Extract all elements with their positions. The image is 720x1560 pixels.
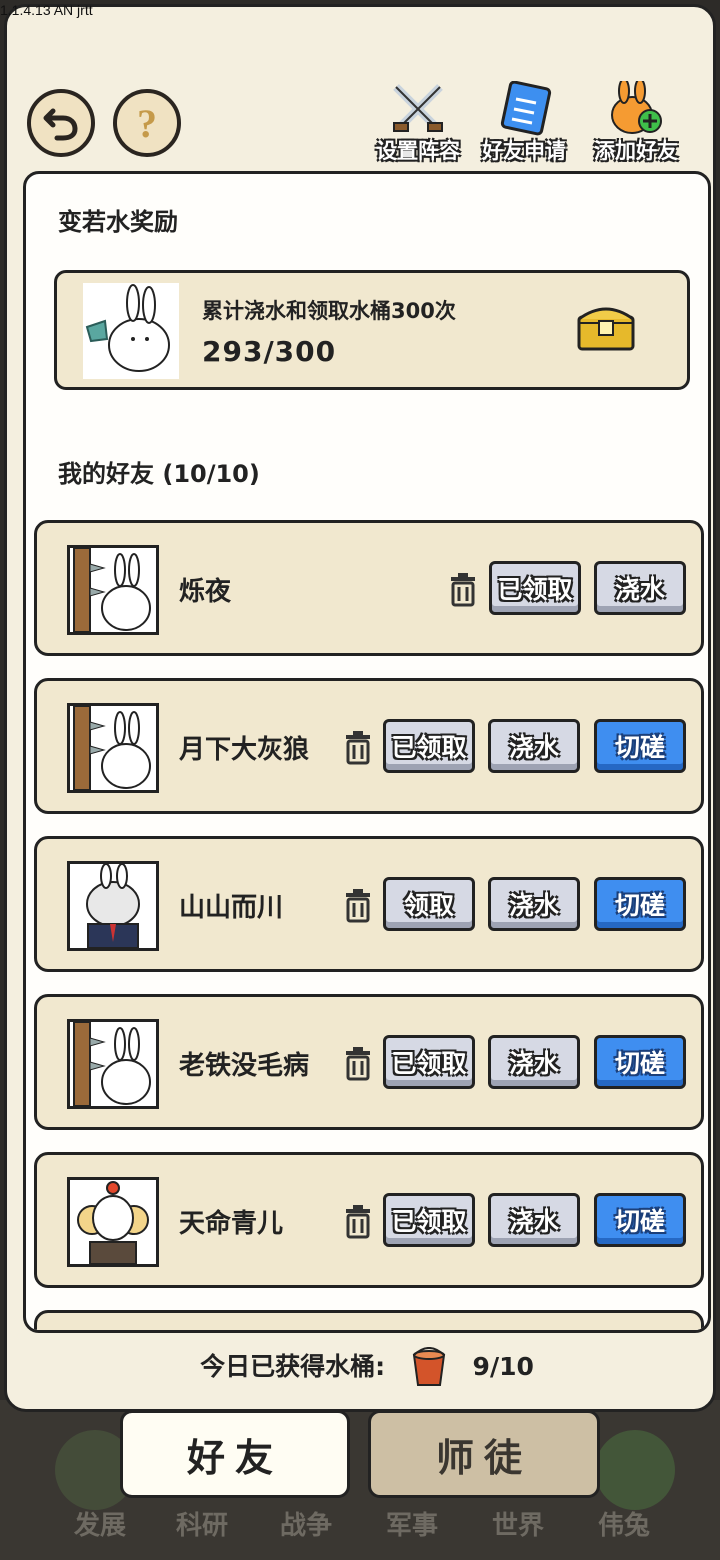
water-button[interactable]: 浇水 (488, 1193, 580, 1247)
crossed-swords-icon (388, 81, 448, 137)
bucket-label: 今日已获得水桶: (200, 1352, 386, 1381)
friend-row: 烁夜 已领取 浇水 (34, 520, 704, 656)
request-list-icon (494, 80, 554, 137)
friend-name: 老铁没毛病 (179, 1051, 310, 1081)
add-friend-label: 添加好友 (594, 139, 678, 163)
friend-requests-label: 好友申请 (482, 139, 566, 163)
claim-button[interactable]: 已领取 (383, 1035, 475, 1089)
spar-button[interactable]: 切磋 (594, 1193, 686, 1247)
friend-name: 天命青儿 (179, 1209, 284, 1239)
add-friend-button[interactable]: 添加好友 (581, 78, 691, 165)
trash-icon[interactable] (344, 1047, 372, 1081)
version-label: 1.1.4.13 AN jrtt (0, 2, 93, 18)
friend-requests-button[interactable]: 好友申请 (469, 80, 579, 165)
friend-row: 老铁没毛病 已领取 浇水 切磋 (34, 994, 704, 1130)
reward-section-title: 变若水奖励 (58, 208, 178, 236)
nav-develop[interactable]: 发展 (50, 1505, 150, 1542)
spar-button[interactable]: 切磋 (594, 877, 686, 931)
content-area: 变若水奖励 累计浇水和领取水桶300次 293/300 我的好友 (10/10)… (23, 171, 711, 1333)
water-button[interactable]: 浇水 (488, 877, 580, 931)
trash-icon[interactable] (344, 1205, 372, 1239)
reward-card: 累计浇水和领取水桶300次 293/300 (54, 270, 690, 390)
friend-avatar[interactable] (67, 861, 159, 951)
friend-avatar[interactable] (67, 545, 159, 635)
nav-rabbit-icon (595, 1430, 675, 1510)
water-bucket-icon (412, 1347, 445, 1386)
bucket-summary: 今日已获得水桶: 9/10 (7, 1347, 720, 1389)
nav-military[interactable]: 军事 (362, 1505, 462, 1542)
help-icon: ? (137, 100, 157, 146)
friend-avatar[interactable] (67, 1019, 159, 1109)
trash-icon[interactable] (344, 731, 372, 765)
friend-name: 山山而川 (179, 893, 284, 923)
back-button[interactable] (27, 89, 95, 157)
claim-button[interactable]: 已领取 (383, 1193, 475, 1247)
nav-world[interactable]: 世界 (468, 1505, 568, 1542)
rabbit-reward-image (83, 283, 179, 379)
claim-button[interactable]: 领取 (383, 877, 475, 931)
friend-row (34, 1310, 704, 1330)
tab-friends[interactable]: 好友 (120, 1410, 350, 1498)
nav-war[interactable]: 战争 (256, 1505, 356, 1542)
help-button[interactable]: ? (113, 89, 181, 157)
set-lineup-label: 设置阵容 (376, 139, 460, 163)
nav-great-rabbit[interactable]: 伟兔 (574, 1505, 674, 1542)
trash-icon[interactable] (344, 889, 372, 923)
friends-panel: ? 设置阵容 好友申请 添加好友 变若水奖励 累计浇水和领取水桶300次 293… (4, 4, 716, 1412)
claim-button[interactable]: 已领取 (489, 561, 581, 615)
claim-button[interactable]: 已领取 (383, 719, 475, 773)
friend-name: 烁夜 (179, 577, 232, 607)
friend-row: 天命青儿 已领取 浇水 切磋 (34, 1152, 704, 1288)
water-button[interactable]: 浇水 (488, 1035, 580, 1089)
reward-task-text: 累计浇水和领取水桶300次 (202, 299, 456, 323)
reward-progress: 293/300 (202, 335, 337, 368)
spar-button[interactable]: 切磋 (594, 719, 686, 773)
water-button[interactable]: 浇水 (488, 719, 580, 773)
tab-mentors[interactable]: 师徒 (368, 1410, 600, 1498)
set-lineup-button[interactable]: 设置阵容 (363, 81, 473, 165)
undo-arrow-icon (43, 108, 78, 141)
friend-avatar[interactable] (67, 1177, 159, 1267)
spar-button[interactable]: 切磋 (594, 1035, 686, 1089)
friend-avatar[interactable] (67, 703, 159, 793)
add-friend-rabbit-icon (606, 78, 666, 137)
trash-icon[interactable] (449, 573, 477, 607)
treasure-chest-icon[interactable] (577, 303, 635, 351)
bucket-count: 9/10 (472, 1352, 534, 1381)
friends-section-title: 我的好友 (10/10) (58, 460, 260, 488)
nav-research[interactable]: 科研 (152, 1505, 252, 1542)
friend-name: 月下大灰狼 (179, 735, 310, 765)
water-button[interactable]: 浇水 (594, 561, 686, 615)
friend-row: 山山而川 领取 浇水 切磋 (34, 836, 704, 972)
friend-row: 月下大灰狼 已领取 浇水 切磋 (34, 678, 704, 814)
